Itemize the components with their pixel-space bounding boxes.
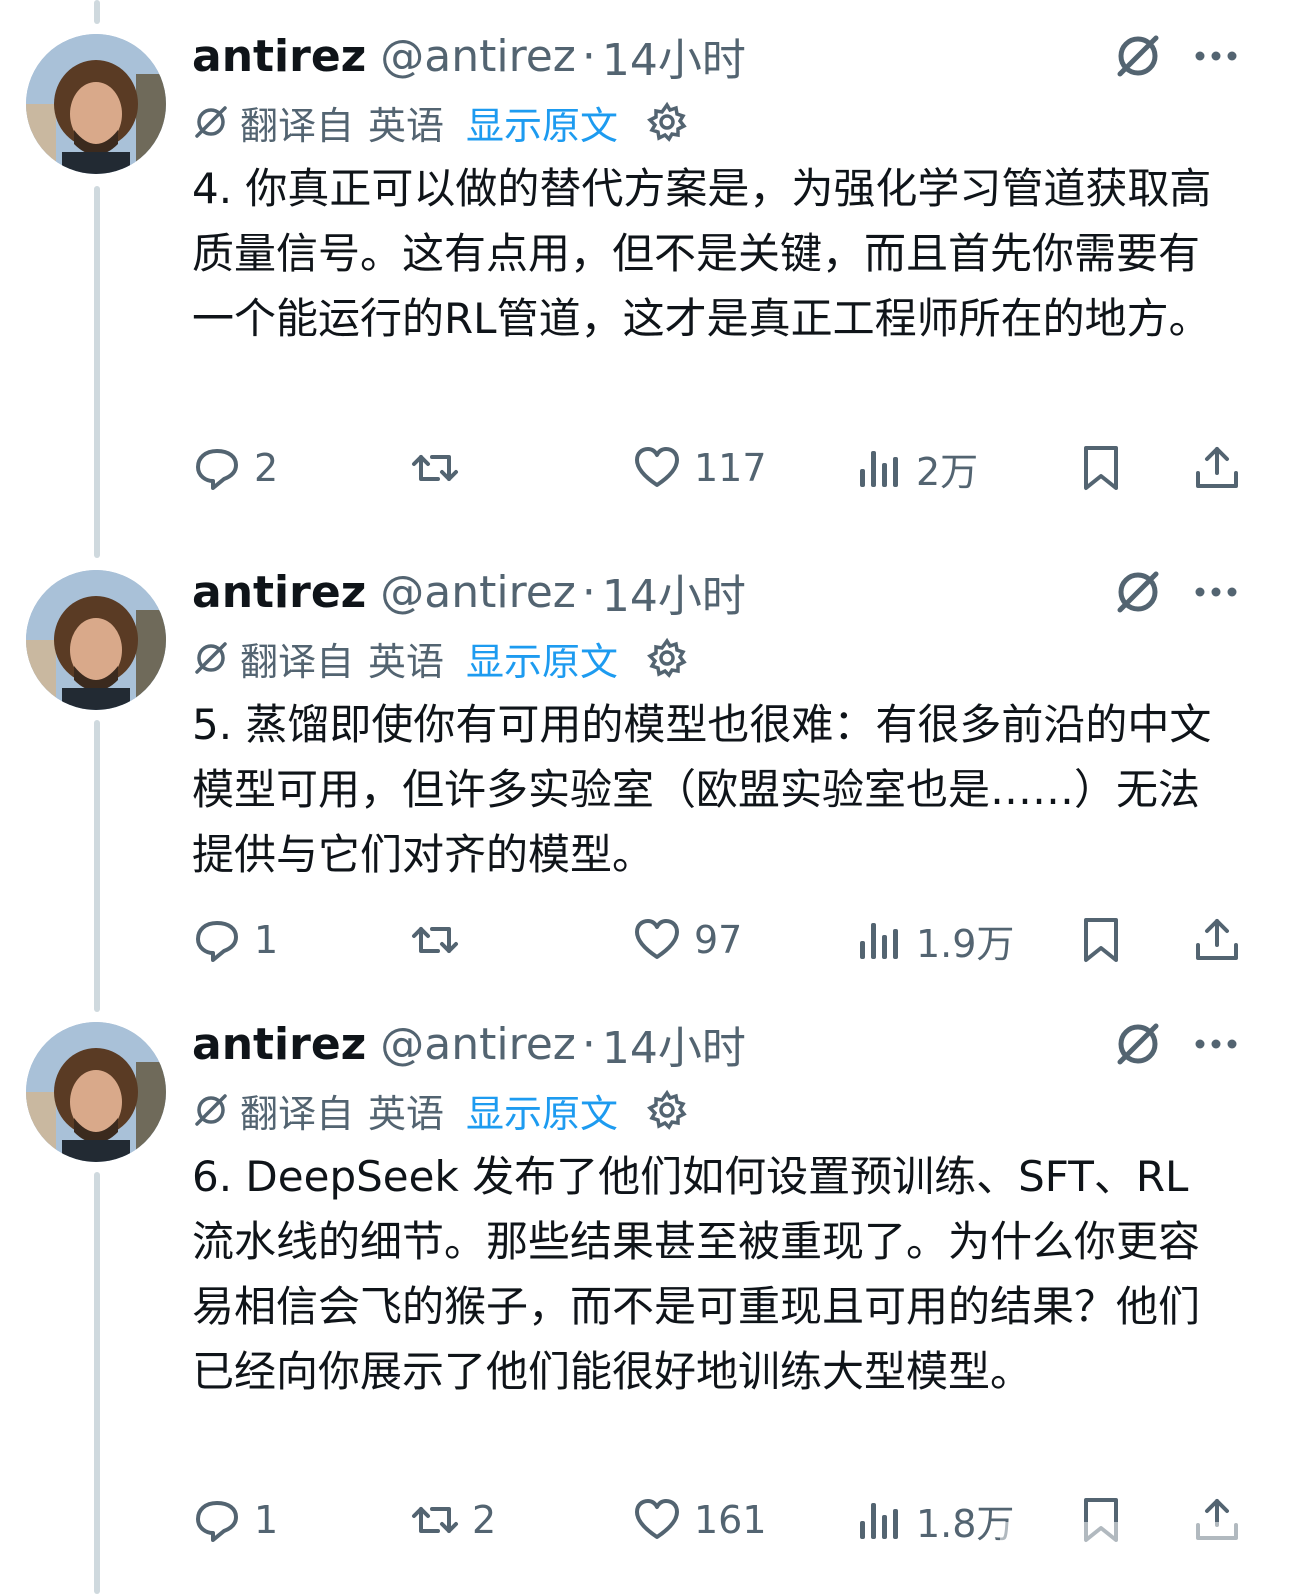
- views-button[interactable]: 1.9万: [854, 910, 1014, 970]
- watermark-overlay: [1000, 1522, 1270, 1578]
- bookmark-button[interactable]: [1076, 910, 1126, 970]
- gear-icon[interactable]: [646, 101, 688, 143]
- reply-count: 2: [254, 446, 279, 490]
- heart-icon: [635, 447, 679, 487]
- like-button[interactable]: 97: [632, 910, 742, 970]
- grok-icon[interactable]: [1112, 566, 1164, 618]
- author-name[interactable]: antirez: [192, 31, 366, 82]
- retweet-icon: [412, 1507, 458, 1533]
- author-name[interactable]: antirez: [192, 567, 366, 618]
- show-original-link[interactable]: 显示原文: [466, 1083, 618, 1138]
- translate-icon: [195, 1094, 227, 1126]
- reply-icon: [196, 1501, 238, 1542]
- heart-icon: [635, 1499, 679, 1539]
- like-button[interactable]: 117: [632, 438, 767, 498]
- tweet-header: antirez @antirez · 14小时: [192, 560, 746, 624]
- bookmark-icon: [1084, 446, 1118, 490]
- translation-note: 翻译自 英语 显示原文: [192, 632, 688, 684]
- timestamp[interactable]: 14小时: [602, 1012, 746, 1076]
- show-original-link[interactable]: 显示原文: [466, 95, 618, 150]
- separator-dot: ·: [581, 30, 596, 82]
- separator-dot: ·: [581, 1018, 596, 1070]
- share-icon: [1196, 447, 1238, 488]
- translation-note: 翻译自 英语 显示原文: [192, 96, 688, 148]
- tweet-actions: 2 117 2万: [192, 438, 1252, 498]
- translate-icon: [195, 106, 227, 138]
- translation-note: 翻译自 英语 显示原文: [192, 1084, 688, 1136]
- like-count: 117: [694, 446, 767, 490]
- more-icon[interactable]: [1192, 1034, 1240, 1054]
- retweet-count: 2: [472, 1498, 497, 1542]
- source-language: 英语: [368, 639, 445, 684]
- share-button[interactable]: [1192, 438, 1242, 498]
- share-icon: [1196, 919, 1238, 960]
- tweet[interactable]: antirez @antirez · 14小时 翻译自 英语 显示原文 4. 你…: [0, 0, 1290, 560]
- tweet-actions: 1 97 1.9万: [192, 910, 1252, 970]
- view-count: 1.9万: [916, 921, 1015, 966]
- avatar[interactable]: [26, 34, 166, 174]
- translated-from-label: 翻译自: [240, 103, 355, 148]
- retweet-button[interactable]: [410, 910, 472, 970]
- gear-icon[interactable]: [646, 637, 688, 679]
- heart-icon: [635, 919, 679, 959]
- views-button[interactable]: 1.8万: [854, 1490, 1014, 1550]
- translated-from-label: 翻译自: [240, 1091, 355, 1136]
- share-button[interactable]: [1192, 910, 1242, 970]
- gear-icon[interactable]: [646, 1089, 688, 1131]
- tweet-text: 6. DeepSeek 发布了他们如何设置预训练、SFT、RL 流水线的细节。那…: [192, 1152, 1201, 1396]
- views-button[interactable]: 2万: [854, 438, 978, 498]
- reply-icon: [196, 449, 238, 490]
- translated-from-label: 翻译自: [240, 639, 355, 684]
- tweet-text: 4. 你真正可以做的替代方案是，为强化学习管道获取高质量信号。这有点用，但不是关…: [192, 164, 1212, 343]
- bookmark-icon: [1084, 918, 1118, 962]
- reply-button[interactable]: 2: [192, 438, 278, 498]
- reply-count: 1: [254, 1498, 279, 1542]
- bookmark-button[interactable]: [1076, 438, 1126, 498]
- like-count: 97: [694, 918, 743, 962]
- like-count: 161: [694, 1498, 767, 1542]
- more-icon[interactable]: [1192, 582, 1240, 602]
- timestamp[interactable]: 14小时: [602, 560, 746, 624]
- tweet[interactable]: antirez @antirez · 14小时 翻译自 英语 显示原文 5. 蒸…: [0, 536, 1290, 1012]
- like-button[interactable]: 161: [632, 1490, 767, 1550]
- tweet-header: antirez @antirez · 14小时: [192, 24, 746, 88]
- avatar[interactable]: [26, 1022, 166, 1162]
- translate-icon: [195, 642, 227, 674]
- avatar[interactable]: [26, 570, 166, 710]
- author-handle[interactable]: @antirez: [380, 567, 576, 618]
- grok-icon[interactable]: [1112, 1018, 1164, 1070]
- retweet-icon: [412, 927, 458, 953]
- source-language: 英语: [368, 1091, 445, 1136]
- views-icon: [860, 1503, 898, 1539]
- reply-button[interactable]: 1: [192, 910, 278, 970]
- author-name[interactable]: antirez: [192, 1019, 366, 1070]
- separator-dot: ·: [581, 566, 596, 618]
- retweet-button[interactable]: [410, 438, 472, 498]
- reply-count: 1: [254, 918, 279, 962]
- reply-icon: [196, 921, 238, 962]
- grok-icon[interactable]: [1112, 30, 1164, 82]
- show-original-link[interactable]: 显示原文: [466, 631, 618, 686]
- views-icon: [860, 923, 898, 959]
- retweet-button[interactable]: 2: [410, 1490, 496, 1550]
- reply-button[interactable]: 1: [192, 1490, 278, 1550]
- tweet[interactable]: antirez @antirez · 14小时 翻译自 英语 显示原文 6. D…: [0, 988, 1290, 1594]
- more-icon[interactable]: [1192, 46, 1240, 66]
- tweet-text: 5. 蒸馏即使你有可用的模型也很难：有很多前沿的中文模型可用，但许多实验室（欧盟…: [192, 700, 1212, 879]
- retweet-icon: [412, 455, 458, 481]
- source-language: 英语: [368, 103, 445, 148]
- view-count: 2万: [916, 449, 979, 494]
- author-handle[interactable]: @antirez: [380, 31, 576, 82]
- timestamp[interactable]: 14小时: [602, 24, 746, 88]
- views-icon: [860, 451, 898, 487]
- tweet-header: antirez @antirez · 14小时: [192, 1012, 746, 1076]
- author-handle[interactable]: @antirez: [380, 1019, 576, 1070]
